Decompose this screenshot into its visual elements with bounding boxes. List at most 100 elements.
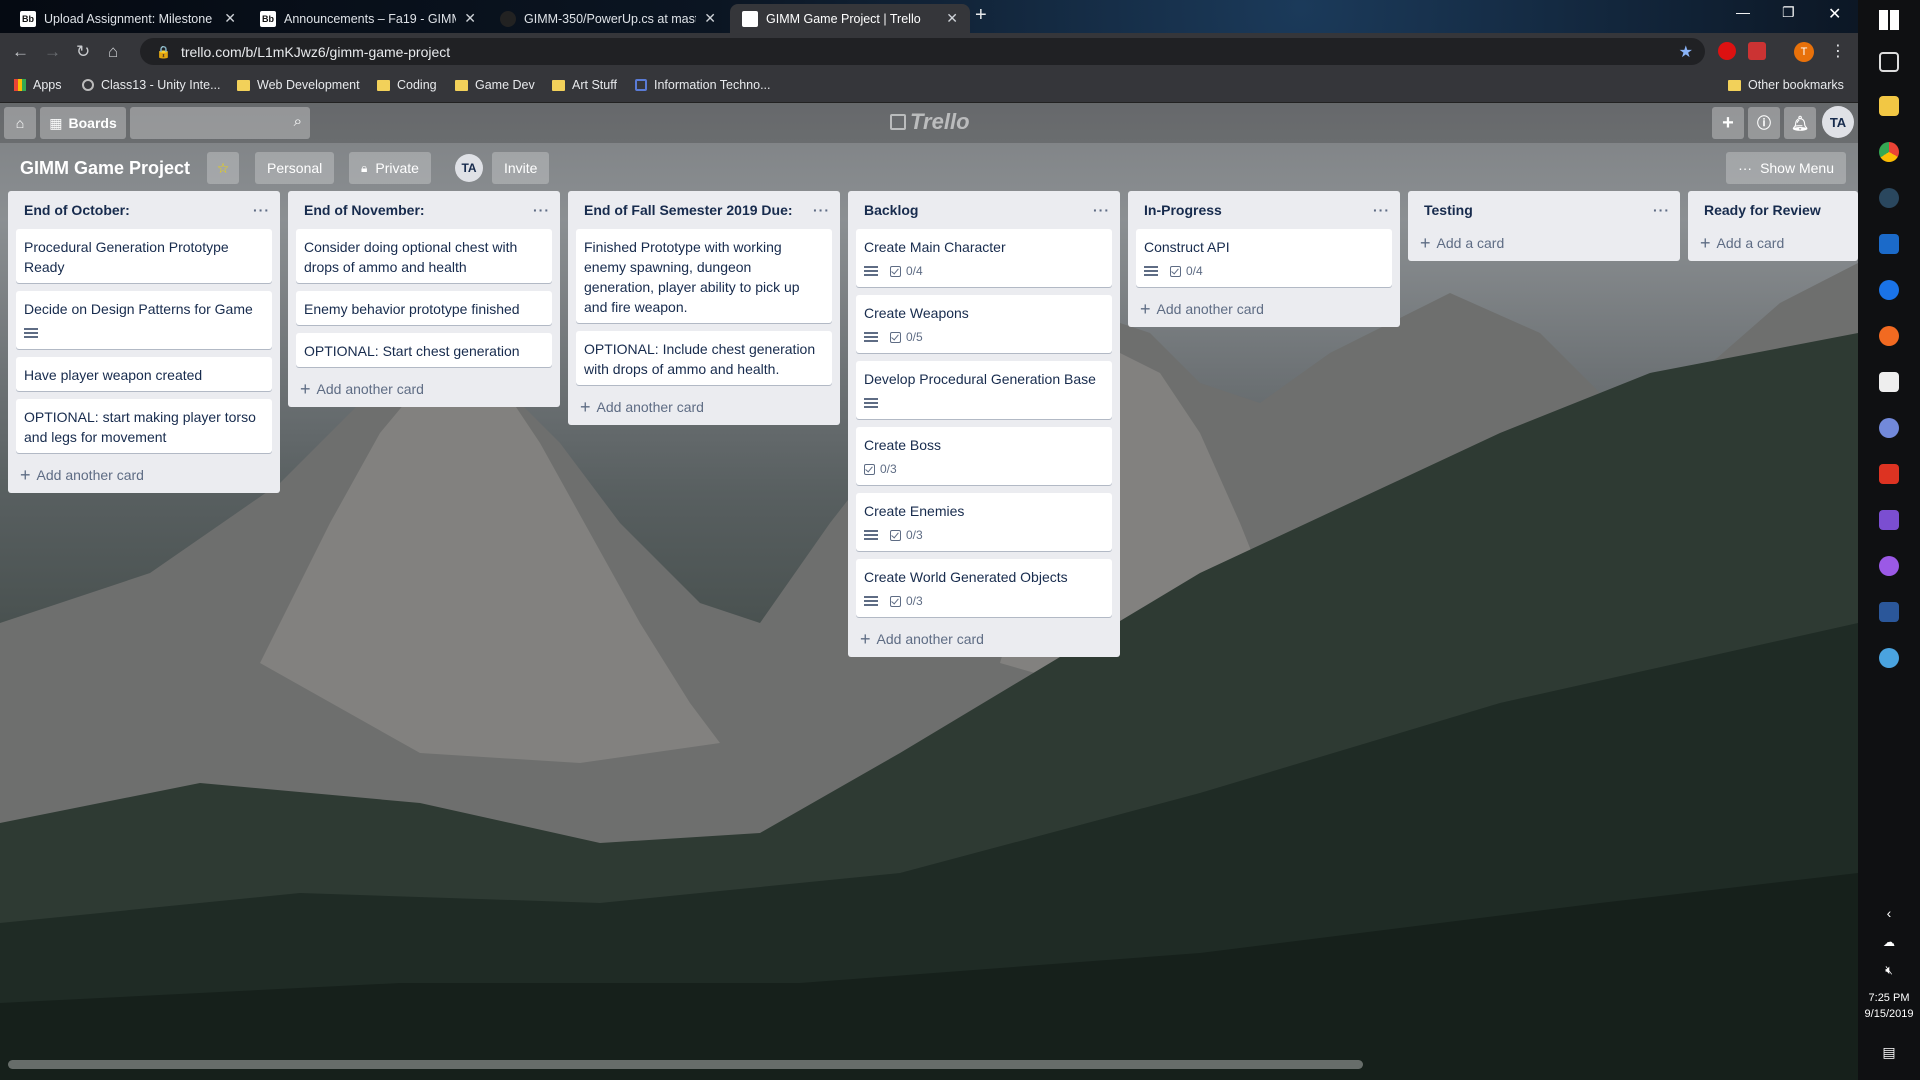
list-header[interactable]: End of October: ··· (8, 191, 280, 229)
clock-time[interactable]: 7:25 PM (1858, 992, 1920, 1004)
bookmark-link[interactable]: Information Techno... (635, 78, 771, 92)
list[interactable]: End of Fall Semester 2019 Due: ··· Finishe… (568, 191, 840, 425)
word-icon[interactable] (1879, 602, 1899, 622)
list[interactable]: Backlog ··· Create Main Character 0/4 Create… (848, 191, 1120, 657)
app-icon[interactable] (1879, 556, 1899, 576)
board-title[interactable]: GIMM Game Project (12, 152, 198, 184)
notifications-button[interactable]: 🔔︎ (1784, 107, 1816, 139)
add-card-button[interactable]: + Add another card (8, 461, 280, 487)
home-icon[interactable]: ⌂ (108, 42, 118, 62)
list-menu-icon[interactable]: ··· (1653, 202, 1670, 218)
visual-studio-code-icon[interactable] (1879, 234, 1899, 254)
browser-tab[interactable]: Bb Announcements – Fa19 - GIMM ✕ (248, 4, 488, 33)
app-icon[interactable] (1879, 280, 1899, 300)
trello-logo[interactable]: Trello (890, 109, 970, 135)
list-menu-icon[interactable]: ··· (1093, 202, 1110, 218)
boards-button[interactable]: ▦ Boards (40, 107, 126, 139)
back-icon[interactable]: ← (12, 42, 29, 62)
app-icon[interactable] (1879, 648, 1899, 668)
list[interactable]: In-Progress ··· Construct API 0/4 + Add anoth… (1128, 191, 1400, 327)
new-tab-icon[interactable]: + (975, 4, 987, 27)
card[interactable]: Have player weapon created (16, 357, 272, 391)
list-menu-icon[interactable]: ··· (253, 202, 270, 218)
list-menu-icon[interactable]: ··· (1373, 202, 1390, 218)
chrome-icon[interactable] (1879, 142, 1899, 162)
card[interactable]: Create World Generated Objects 0/3 (856, 559, 1112, 617)
list[interactable]: Ready for Review + Add a card (1688, 191, 1858, 261)
invite-button[interactable]: Invite (492, 152, 550, 184)
adblock-extension-icon[interactable] (1718, 42, 1736, 60)
card[interactable]: Create Weapons 0/5 (856, 295, 1112, 353)
card[interactable]: Create Main Character 0/4 (856, 229, 1112, 287)
steam-icon[interactable] (1879, 188, 1899, 208)
origin-icon[interactable] (1879, 326, 1899, 346)
card[interactable]: Procedural Generation Prototype Ready (16, 229, 272, 283)
visibility-button[interactable]: 🔒︎ Private (349, 152, 431, 184)
add-card-button[interactable]: + Add another card (848, 625, 1120, 651)
list[interactable]: End of November: ··· Consider doing option… (288, 191, 560, 407)
creative-cloud-icon[interactable] (1879, 464, 1899, 484)
list-title[interactable]: End of October: (24, 202, 130, 218)
list[interactable]: Testing ··· + Add a card (1408, 191, 1680, 261)
user-avatar[interactable]: TA (1822, 106, 1854, 138)
restore-icon[interactable]: ❐ (1782, 4, 1795, 21)
add-card-button[interactable]: + Add a card (1688, 229, 1858, 255)
clock-date[interactable]: 9/15/2019 (1858, 1008, 1920, 1020)
card[interactable]: OPTIONAL: start making player torso and … (16, 399, 272, 453)
browser-menu-icon[interactable]: ⋮ (1830, 41, 1846, 61)
add-card-button[interactable]: + Add another card (568, 393, 840, 419)
card[interactable]: Develop Procedural Generation Base (856, 361, 1112, 419)
card[interactable]: OPTIONAL: Include chest generation with … (576, 331, 832, 385)
extension-icon[interactable] (1748, 42, 1766, 60)
profile-avatar[interactable]: T (1794, 42, 1814, 62)
info-button[interactable]: ⓘ (1748, 107, 1780, 139)
tab-close-icon[interactable]: ✕ (946, 10, 958, 27)
bookmark-folder[interactable]: Art Stuff (552, 78, 617, 92)
volume-muted-icon[interactable]: 🔇︎ (1858, 963, 1920, 978)
list-header[interactable]: Testing ··· (1408, 191, 1680, 229)
list-title[interactable]: In-Progress (1144, 202, 1222, 218)
list-title[interactable]: End of Fall Semester 2019 Due: (584, 202, 793, 218)
list-title[interactable]: Backlog (864, 202, 918, 218)
list-title[interactable]: Ready for Review (1704, 202, 1821, 218)
bookmark-star-icon[interactable]: ★ (1679, 42, 1693, 62)
browser-tab[interactable]: GIMM-350/PowerUp.cs at maste ✕ (488, 4, 728, 33)
list-title[interactable]: Testing (1424, 202, 1473, 218)
unity-icon[interactable] (1879, 372, 1899, 392)
file-explorer-icon[interactable] (1879, 96, 1899, 116)
star-board-button[interactable]: ☆ (207, 152, 239, 184)
board-member-avatar[interactable]: TA (455, 154, 483, 182)
visual-studio-icon[interactable] (1879, 510, 1899, 530)
team-button[interactable]: Personal (255, 152, 335, 184)
list-header[interactable]: Backlog ··· (848, 191, 1120, 229)
tab-close-icon[interactable]: ✕ (464, 10, 476, 27)
card[interactable]: Construct API 0/4 (1136, 229, 1392, 287)
horizontal-scrollbar[interactable] (8, 1060, 1363, 1069)
windows-start-icon[interactable] (1879, 10, 1899, 30)
bookmark-link[interactable]: Class13 - Unity Inte... (82, 78, 221, 92)
card[interactable]: Enemy behavior prototype finished (296, 291, 552, 325)
other-bookmarks[interactable]: Other bookmarks (1728, 78, 1844, 92)
browser-tab-active[interactable]: GIMM Game Project | Trello ✕ (730, 4, 970, 33)
chevron-up-icon[interactable]: ‹ (1858, 905, 1920, 921)
card[interactable]: Decide on Design Patterns for Game (16, 291, 272, 349)
home-button[interactable]: ⌂ (4, 107, 36, 139)
add-card-button[interactable]: + Add another card (1128, 295, 1400, 321)
window-close-icon[interactable]: ✕ (1828, 4, 1841, 24)
browser-tab[interactable]: Bb Upload Assignment: Milestone 1 ✕ (8, 4, 248, 33)
card[interactable]: Create Enemies 0/3 (856, 493, 1112, 551)
discord-icon[interactable] (1879, 418, 1899, 438)
reload-icon[interactable]: ↻ (76, 42, 90, 62)
list-title[interactable]: End of November: (304, 202, 425, 218)
bookmark-folder[interactable]: Web Development (237, 78, 360, 92)
add-card-button[interactable]: + Add a card (1408, 229, 1680, 255)
list-menu-icon[interactable]: ··· (533, 202, 550, 218)
card[interactable]: Finished Prototype with working enemy sp… (576, 229, 832, 323)
list-header[interactable]: End of Fall Semester 2019 Due: ··· (568, 191, 840, 229)
add-card-button[interactable]: + Add another card (288, 375, 560, 401)
forward-icon[interactable]: → (44, 42, 61, 62)
url-field[interactable]: 🔒 trello.com/b/L1mKJwz6/gimm-game-projec… (140, 38, 1705, 65)
card[interactable]: Create Boss 0/3 (856, 427, 1112, 485)
bookmark-folder[interactable]: Game Dev (455, 78, 535, 92)
create-button[interactable]: + (1712, 107, 1744, 139)
